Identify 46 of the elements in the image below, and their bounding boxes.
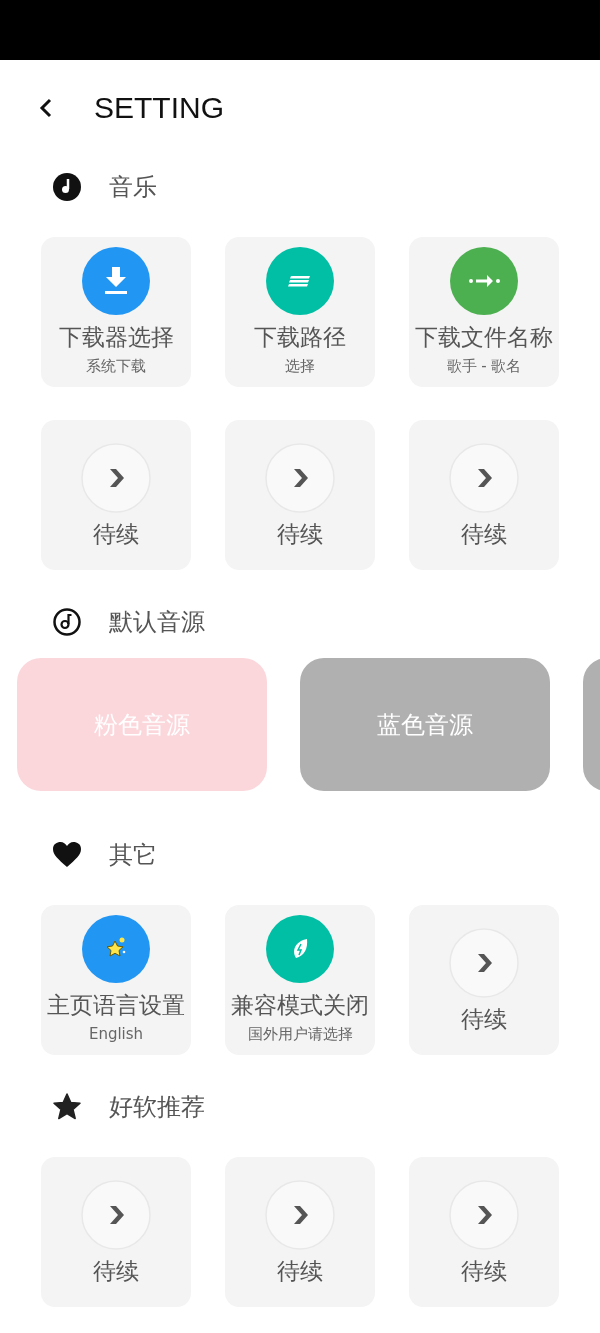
card-label: 兼容模式关闭 — [231, 991, 369, 1020]
chevron-icon — [265, 1180, 335, 1250]
card-subtitle: 国外用户请选择 — [247, 1025, 353, 1044]
setting-card[interactable]: 下载器选择 系统下载 — [41, 237, 191, 387]
card-label: 主页语言设置 — [47, 991, 185, 1020]
setting-card[interactable]: 待续 — [41, 420, 191, 570]
chevron-icon — [265, 443, 335, 513]
setting-card[interactable]: 下载路径 选择 — [225, 237, 375, 387]
setting-card[interactable]: 兼容模式关闭 国外用户请选择 — [225, 905, 375, 1055]
setting-card[interactable]: 下载文件名称 歌手 - 歌名 — [409, 237, 559, 387]
card-label: 待续 — [461, 520, 507, 549]
card-subtitle: 系统下载 — [86, 357, 146, 376]
star-icon — [52, 1092, 82, 1122]
card-label: 下载路径 — [254, 323, 346, 352]
section-title: 其它 — [109, 840, 157, 871]
heart-icon — [52, 840, 82, 870]
chevron-icon — [449, 928, 519, 998]
card-label: 待续 — [277, 520, 323, 549]
setting-card[interactable]: 待续 — [225, 1157, 375, 1307]
card-label: 待续 — [93, 520, 139, 549]
chevron-icon — [81, 1180, 151, 1250]
card-label: 下载文件名称 — [415, 323, 553, 352]
card-label: 待续 — [461, 1005, 507, 1034]
card-label: 待续 — [93, 1257, 139, 1286]
card-subtitle: English — [88, 1025, 144, 1043]
back-icon[interactable] — [38, 96, 54, 119]
card-label: 待续 — [277, 1257, 323, 1286]
section-title: 好软推荐 — [109, 1092, 205, 1123]
music-disc-icon — [52, 172, 82, 202]
setting-card[interactable]: 待续 — [409, 905, 559, 1055]
music-note-icon — [52, 607, 82, 637]
section-title: 音乐 — [109, 172, 157, 203]
chevron-icon — [449, 443, 519, 513]
chevron-icon — [449, 1180, 519, 1250]
chevron-icon — [81, 443, 151, 513]
card-label: 下载器选择 — [58, 323, 174, 352]
card-subtitle: 选择 — [285, 357, 315, 376]
setting-card[interactable]: 待续 — [409, 420, 559, 570]
section-title: 默认音源 — [109, 607, 205, 638]
setting-card[interactable]: 待续 — [41, 1157, 191, 1307]
card-subtitle: 歌手 - 歌名 — [446, 357, 522, 376]
setting-card[interactable]: 待续 — [225, 420, 375, 570]
card-label: 待续 — [461, 1257, 507, 1286]
setting-card[interactable]: 待续 — [409, 1157, 559, 1307]
page-title: SETTING — [94, 90, 224, 125]
setting-card[interactable]: 主页语言设置 English — [41, 905, 191, 1055]
